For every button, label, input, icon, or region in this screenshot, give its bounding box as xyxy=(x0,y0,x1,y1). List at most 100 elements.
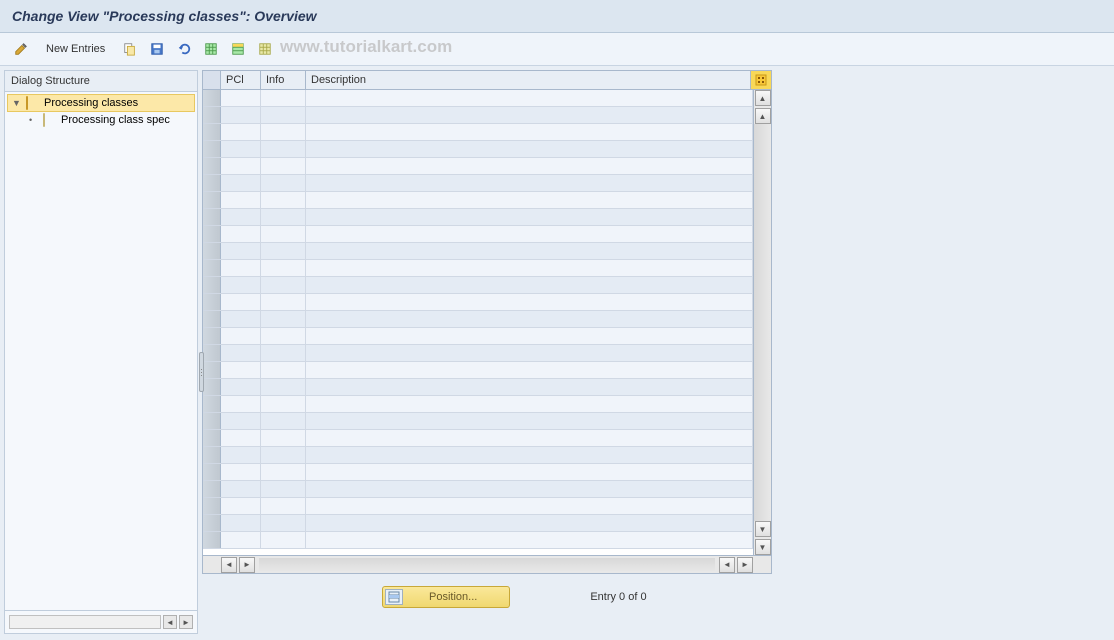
cell-description[interactable] xyxy=(306,481,753,497)
copy-button[interactable] xyxy=(119,38,141,60)
tree-item-processing-classes[interactable]: ▼ Processing classes xyxy=(7,94,195,112)
row-selector[interactable] xyxy=(203,464,221,480)
cell-description[interactable] xyxy=(306,209,753,225)
table-row[interactable] xyxy=(203,413,753,430)
cell-description[interactable] xyxy=(306,328,753,344)
undo-button[interactable] xyxy=(173,38,195,60)
cell-info[interactable] xyxy=(261,430,306,446)
table-row[interactable] xyxy=(203,345,753,362)
table-row[interactable] xyxy=(203,328,753,345)
table-row[interactable] xyxy=(203,515,753,532)
cell-info[interactable] xyxy=(261,362,306,378)
row-selector[interactable] xyxy=(203,175,221,191)
cell-pcl[interactable] xyxy=(221,328,261,344)
cell-description[interactable] xyxy=(306,447,753,463)
table-row[interactable] xyxy=(203,498,753,515)
column-header-description[interactable]: Description xyxy=(306,71,751,89)
cell-info[interactable] xyxy=(261,498,306,514)
table-row[interactable] xyxy=(203,243,753,260)
cell-pcl[interactable] xyxy=(221,311,261,327)
table-row[interactable] xyxy=(203,107,753,124)
table-row[interactable] xyxy=(203,175,753,192)
column-header-info[interactable]: Info xyxy=(261,71,306,89)
cell-info[interactable] xyxy=(261,515,306,531)
horizontal-scrollbar[interactable]: ◄ ► ◄ ► xyxy=(203,555,771,573)
cell-pcl[interactable] xyxy=(221,498,261,514)
row-selector[interactable] xyxy=(203,141,221,157)
cell-pcl[interactable] xyxy=(221,345,261,361)
cell-info[interactable] xyxy=(261,379,306,395)
cell-description[interactable] xyxy=(306,243,753,259)
select-all-rows-corner[interactable] xyxy=(203,71,221,89)
cell-description[interactable] xyxy=(306,141,753,157)
vertical-scrollbar[interactable]: ▲ ▲ ▼ ▼ xyxy=(753,90,771,555)
cell-pcl[interactable] xyxy=(221,260,261,276)
row-selector[interactable] xyxy=(203,362,221,378)
cell-info[interactable] xyxy=(261,192,306,208)
cell-description[interactable] xyxy=(306,107,753,123)
cell-description[interactable] xyxy=(306,413,753,429)
cell-description[interactable] xyxy=(306,396,753,412)
table-row[interactable] xyxy=(203,158,753,175)
cell-info[interactable] xyxy=(261,226,306,242)
scroll-track[interactable] xyxy=(754,124,771,521)
cell-description[interactable] xyxy=(306,294,753,310)
hscroll-right-end[interactable]: ► xyxy=(737,557,753,573)
cell-info[interactable] xyxy=(261,532,306,548)
cell-pcl[interactable] xyxy=(221,158,261,174)
cell-description[interactable] xyxy=(306,260,753,276)
row-selector[interactable] xyxy=(203,124,221,140)
cell-info[interactable] xyxy=(261,464,306,480)
cell-pcl[interactable] xyxy=(221,515,261,531)
cell-info[interactable] xyxy=(261,294,306,310)
cell-pcl[interactable] xyxy=(221,107,261,123)
cell-pcl[interactable] xyxy=(221,464,261,480)
select-block-button[interactable] xyxy=(227,38,249,60)
table-row[interactable] xyxy=(203,141,753,158)
row-selector[interactable] xyxy=(203,430,221,446)
cell-pcl[interactable] xyxy=(221,277,261,293)
cell-pcl[interactable] xyxy=(221,430,261,446)
row-selector[interactable] xyxy=(203,277,221,293)
hscroll-left-button[interactable]: ◄ xyxy=(221,557,237,573)
cell-description[interactable] xyxy=(306,345,753,361)
cell-info[interactable] xyxy=(261,481,306,497)
cell-pcl[interactable] xyxy=(221,532,261,548)
cell-info[interactable] xyxy=(261,396,306,412)
table-row[interactable] xyxy=(203,311,753,328)
cell-info[interactable] xyxy=(261,90,306,106)
scroll-down-button[interactable]: ▼ xyxy=(755,539,771,555)
cell-pcl[interactable] xyxy=(221,243,261,259)
row-selector[interactable] xyxy=(203,447,221,463)
cell-pcl[interactable] xyxy=(221,124,261,140)
row-selector[interactable] xyxy=(203,498,221,514)
edit-button[interactable] xyxy=(10,38,32,60)
cell-info[interactable] xyxy=(261,277,306,293)
cell-description[interactable] xyxy=(306,430,753,446)
deselect-all-button[interactable] xyxy=(254,38,276,60)
position-button[interactable]: Position... xyxy=(382,586,510,608)
cell-pcl[interactable] xyxy=(221,481,261,497)
table-row[interactable] xyxy=(203,294,753,311)
row-selector[interactable] xyxy=(203,396,221,412)
cell-pcl[interactable] xyxy=(221,379,261,395)
cell-info[interactable] xyxy=(261,311,306,327)
table-row[interactable] xyxy=(203,464,753,481)
table-row[interactable] xyxy=(203,209,753,226)
table-row[interactable] xyxy=(203,124,753,141)
cell-pcl[interactable] xyxy=(221,175,261,191)
table-row[interactable] xyxy=(203,379,753,396)
sidebar-hscroll[interactable] xyxy=(9,615,161,629)
row-selector[interactable] xyxy=(203,158,221,174)
cell-description[interactable] xyxy=(306,175,753,191)
cell-info[interactable] xyxy=(261,447,306,463)
cell-pcl[interactable] xyxy=(221,447,261,463)
row-selector[interactable] xyxy=(203,107,221,123)
cell-info[interactable] xyxy=(261,328,306,344)
row-selector[interactable] xyxy=(203,90,221,106)
cell-info[interactable] xyxy=(261,345,306,361)
row-selector[interactable] xyxy=(203,515,221,531)
row-selector[interactable] xyxy=(203,379,221,395)
cell-description[interactable] xyxy=(306,90,753,106)
cell-description[interactable] xyxy=(306,532,753,548)
